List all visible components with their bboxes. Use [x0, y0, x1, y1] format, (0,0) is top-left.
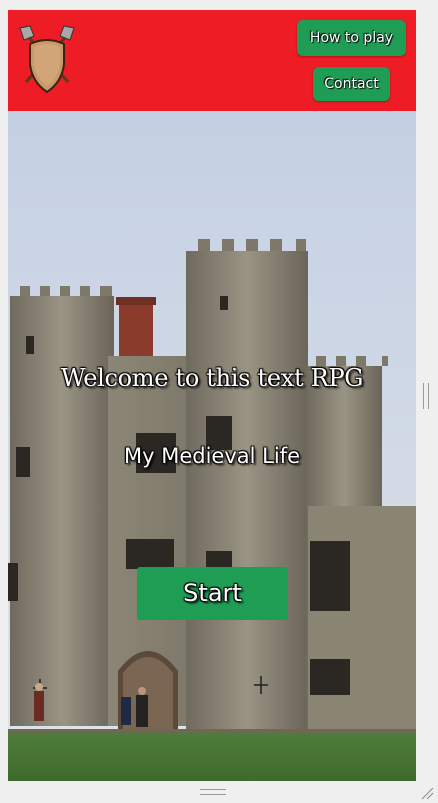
side-resize-grip[interactable] — [423, 383, 429, 409]
bottom-resize-grip[interactable] — [200, 789, 226, 795]
shield-logo-icon[interactable] — [18, 24, 76, 94]
game-title: My Medieval Life — [124, 444, 300, 468]
resize-corner-icon[interactable] — [420, 786, 434, 800]
hero-section: Welcome to this text RPG My Medieval Lif… — [8, 111, 416, 781]
start-button[interactable]: Start — [137, 567, 288, 620]
top-navbar: How to play Contact — [8, 10, 416, 111]
browser-frame: How to play Contact Welcome to this text… — [0, 0, 438, 803]
how-to-play-button[interactable]: How to play — [297, 20, 406, 56]
contact-button[interactable]: Contact — [313, 67, 390, 101]
page-viewport: How to play Contact Welcome to this text… — [8, 10, 416, 781]
welcome-heading: Welcome to this text RPG — [60, 364, 364, 392]
